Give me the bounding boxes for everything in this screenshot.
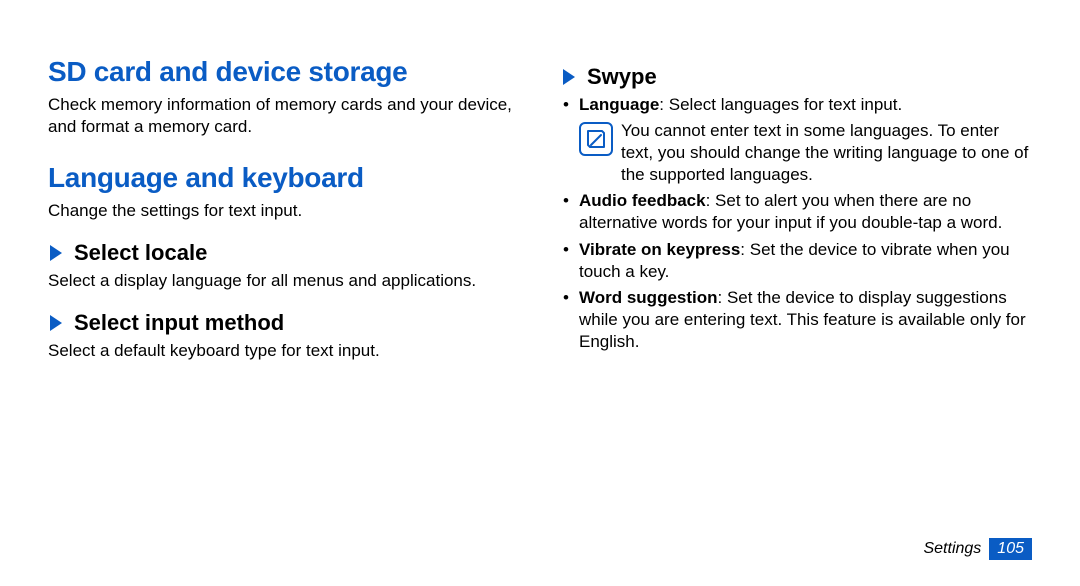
language-keyboard-heading: Language and keyboard: [48, 162, 519, 194]
bullet-word-suggestion-label: Word suggestion: [579, 288, 718, 307]
sd-card-body: Check memory information of memory cards…: [48, 94, 519, 138]
bullet-language: Language: Select languages for text inpu…: [561, 94, 1032, 116]
chevron-icon: [561, 67, 577, 87]
bullet-word-suggestion: Word suggestion: Set the device to displ…: [561, 287, 1032, 353]
footer-section-label: Settings: [923, 540, 981, 558]
chevron-icon: [48, 313, 64, 333]
select-locale-body: Select a display language for all menus …: [48, 270, 519, 292]
note-text: You cannot enter text in some languages.…: [621, 120, 1032, 186]
bullet-audio-feedback-label: Audio feedback: [579, 191, 706, 210]
sd-card-heading: SD card and device storage: [48, 56, 519, 88]
language-keyboard-body: Change the settings for text input.: [48, 200, 519, 222]
select-locale-label: Select locale: [74, 240, 207, 266]
swype-subheading: Swype: [561, 64, 1032, 90]
select-input-method-subheading: Select input method: [48, 310, 519, 336]
swype-label: Swype: [587, 64, 657, 90]
bullet-language-label: Language: [579, 95, 659, 114]
bullet-language-text: : Select languages for text input.: [659, 95, 902, 114]
select-input-method-label: Select input method: [74, 310, 284, 336]
note-block: You cannot enter text in some languages.…: [579, 120, 1032, 186]
chevron-icon: [48, 243, 64, 263]
page-number: 105: [989, 538, 1032, 560]
note-icon: [579, 122, 613, 156]
bullet-audio-feedback: Audio feedback: Set to alert you when th…: [561, 190, 1032, 234]
page-footer: Settings 105: [923, 538, 1032, 560]
select-locale-subheading: Select locale: [48, 240, 519, 266]
bullet-vibrate: Vibrate on keypress: Set the device to v…: [561, 239, 1032, 283]
bullet-vibrate-label: Vibrate on keypress: [579, 240, 740, 259]
select-input-method-body: Select a default keyboard type for text …: [48, 340, 519, 362]
